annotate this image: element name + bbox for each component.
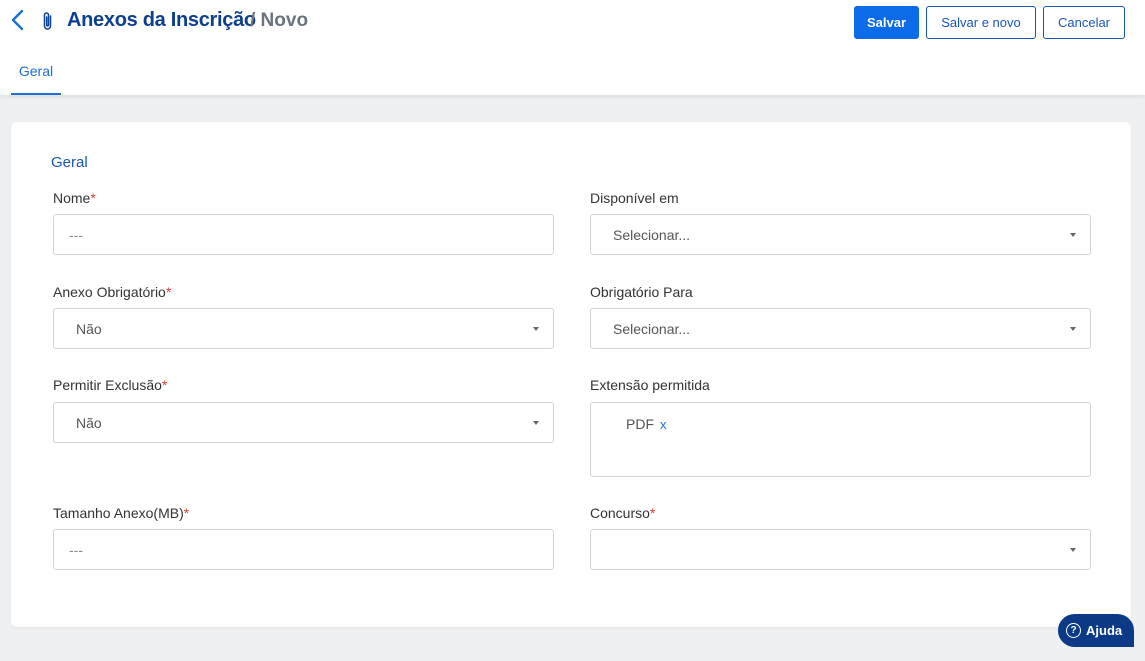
save-and-new-button[interactable]: Salvar e novo — [926, 6, 1036, 39]
remove-tag-icon[interactable]: x — [660, 417, 667, 432]
disponivel-em-select[interactable]: Selecionar... — [590, 214, 1091, 255]
anexo-obrigatorio-label: Anexo Obrigatório* — [53, 284, 172, 300]
caret-down-icon — [1070, 548, 1076, 552]
page-header: Anexos da Inscrição / Novo Salvar Salvar… — [0, 0, 1145, 95]
disponivel-em-value: Selecionar... — [613, 227, 691, 243]
section-title: Geral — [51, 154, 88, 171]
permitir-exclusao-value: Não — [76, 415, 102, 431]
obrigatorio-para-value: Selecionar... — [613, 321, 691, 337]
required-mark: * — [90, 190, 96, 206]
help-label: Ajuda — [1086, 623, 1123, 638]
required-mark: * — [649, 505, 656, 521]
caret-down-icon — [533, 327, 539, 331]
nome-label: Nome* — [53, 190, 96, 206]
nome-input[interactable] — [53, 214, 554, 255]
form-card: Geral Nome* Disponível em Selecionar... … — [11, 122, 1131, 627]
anexo-obrigatorio-select[interactable]: Não — [53, 308, 554, 349]
tab-geral[interactable]: Geral — [11, 56, 61, 95]
required-mark: * — [183, 505, 190, 521]
obrigatorio-para-label: Obrigatório Para — [590, 284, 693, 300]
extensao-permitida-input[interactable]: PDF x — [590, 402, 1091, 477]
help-button[interactable]: ? Ajuda — [1058, 614, 1134, 647]
paperclip-icon — [43, 12, 52, 30]
caret-down-icon — [533, 421, 539, 425]
permitir-exclusao-select[interactable]: Não — [53, 402, 554, 443]
tamanho-anexo-input[interactable] — [53, 529, 554, 570]
required-mark: * — [161, 377, 168, 393]
page-title: Anexos da Inscrição — [67, 9, 256, 31]
page-subtitle: / Novo — [250, 10, 309, 31]
caret-down-icon — [1070, 327, 1076, 331]
back-arrow-icon[interactable] — [8, 8, 28, 32]
extensao-permitida-label: Extensão permitida — [590, 377, 710, 393]
permitir-exclusao-label: Permitir Exclusão* — [53, 377, 168, 393]
question-circle-icon: ? — [1066, 623, 1081, 638]
cancel-button[interactable]: Cancelar — [1043, 6, 1125, 39]
anexo-obrigatorio-value: Não — [76, 321, 102, 337]
concurso-label: Concurso* — [590, 505, 656, 521]
concurso-select[interactable] — [590, 529, 1091, 570]
disponivel-em-label: Disponível em — [590, 190, 679, 206]
required-mark: * — [165, 284, 172, 300]
obrigatorio-para-select[interactable]: Selecionar... — [590, 308, 1091, 349]
save-button[interactable]: Salvar — [854, 6, 919, 39]
caret-down-icon — [1070, 233, 1076, 237]
extension-tag: PDF — [626, 416, 654, 432]
tamanho-anexo-label: Tamanho Anexo(MB)* — [53, 505, 190, 521]
